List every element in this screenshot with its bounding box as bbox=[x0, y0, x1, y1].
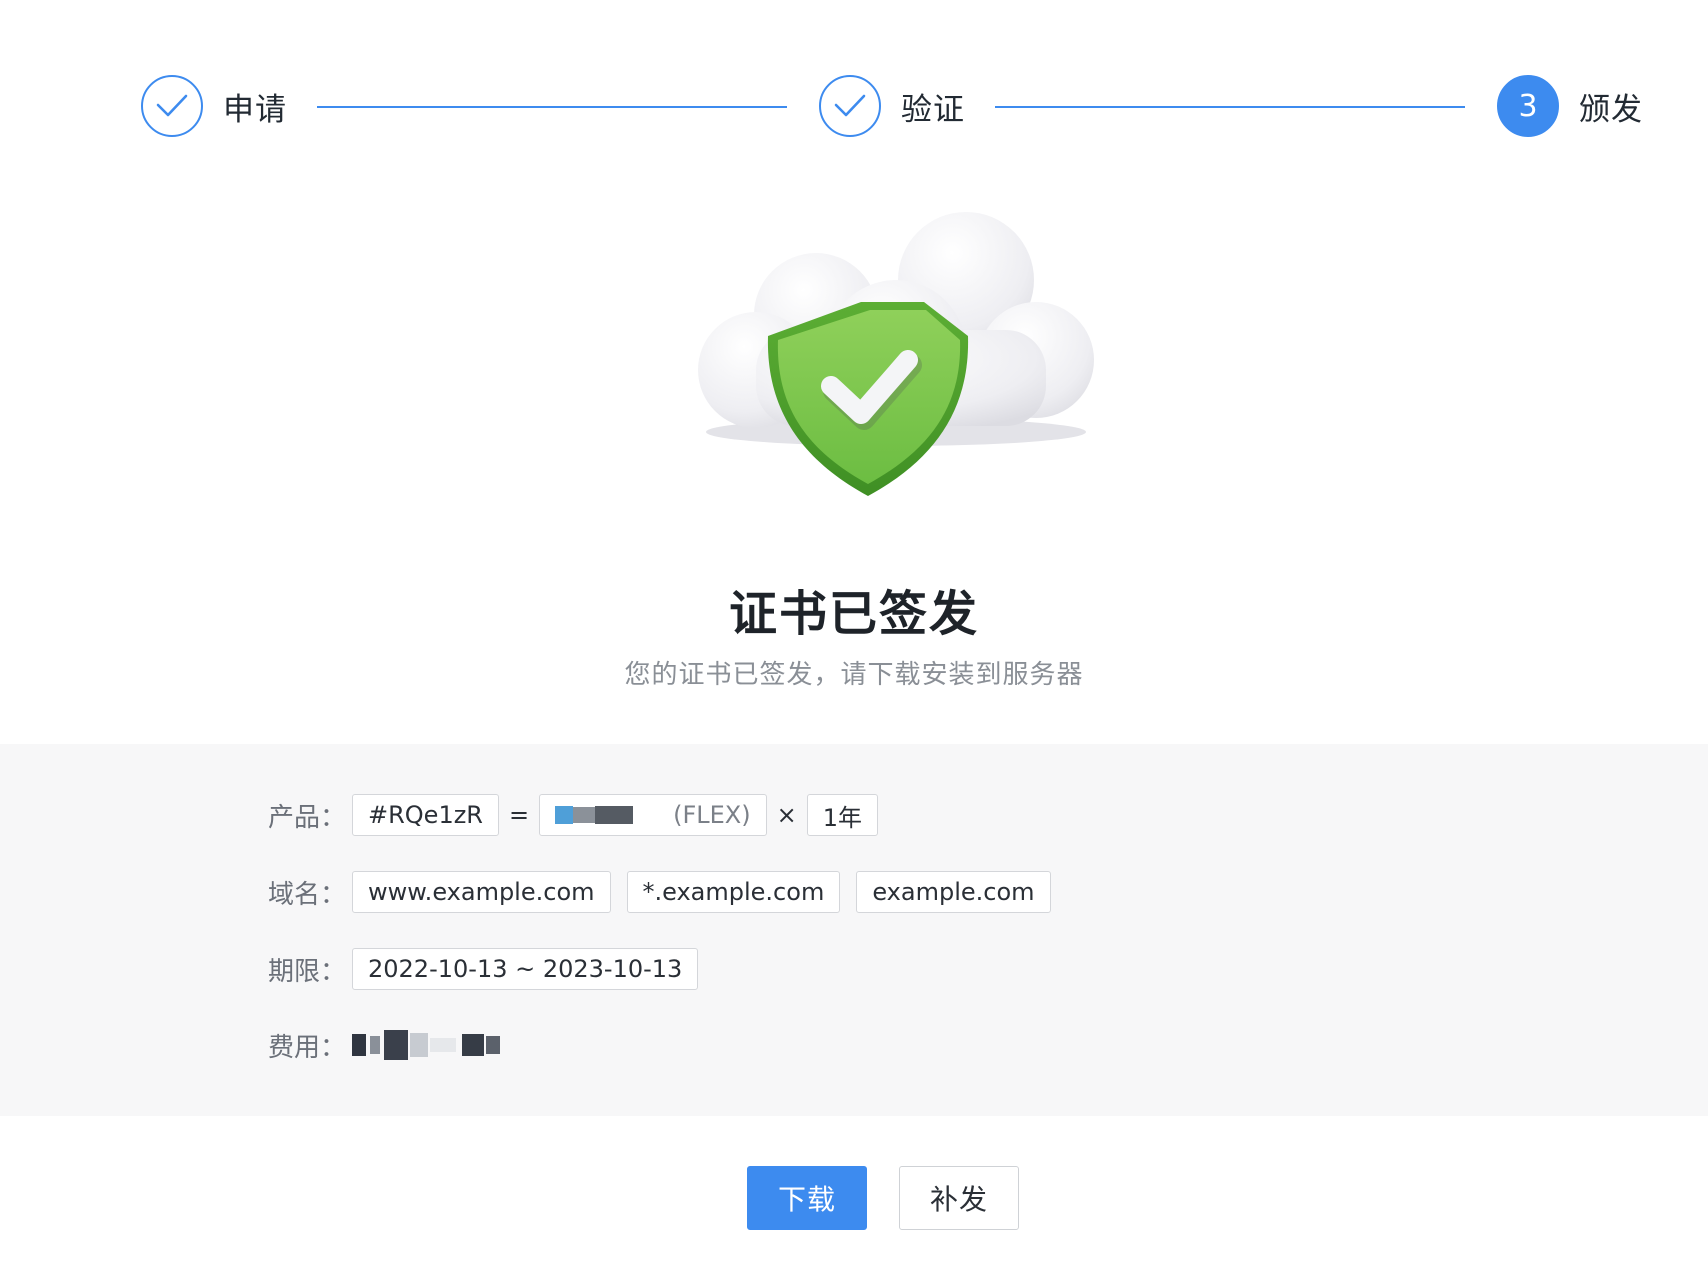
steps-progress: 申请 验证 3 颁发 bbox=[0, 0, 1708, 200]
validity-period-tag: 2022-10-13 ~ 2023-10-13 bbox=[352, 948, 699, 990]
step-connector-2 bbox=[995, 106, 1465, 108]
result-subtitle: 您的证书已签发，请下载安装到服务器 bbox=[624, 660, 1084, 690]
times-sign: × bbox=[776, 801, 797, 829]
order-id-tag: #RQe1zR bbox=[352, 794, 499, 836]
step-verify-check-icon bbox=[819, 75, 881, 137]
step-issue-number: 3 bbox=[1497, 75, 1559, 137]
step-verify: 验证 bbox=[819, 74, 965, 138]
step-connector-1 bbox=[317, 106, 787, 108]
step-apply-label: 申请 bbox=[223, 91, 287, 128]
step-apply-check-icon bbox=[141, 75, 203, 137]
fee-label: 费用： bbox=[268, 1032, 347, 1063]
period-row: 期限： 2022-10-13 ~ 2023-10-13 bbox=[268, 946, 699, 992]
redacted-product-name bbox=[555, 805, 634, 825]
domain-tag: *.example.com bbox=[626, 871, 841, 913]
cloud-shield-check-icon bbox=[686, 210, 1096, 520]
certificate-details-panel: 产品： #RQe1zR = (FLEX) × 1年 域名： www.exampl… bbox=[0, 744, 1708, 1116]
redacted-fee-amount bbox=[352, 1025, 500, 1065]
domain-tag: www.example.com bbox=[352, 871, 611, 913]
domains-label: 域名： bbox=[268, 879, 347, 910]
product-name-tag: (FLEX) bbox=[539, 794, 767, 836]
fee-row: 费用： bbox=[268, 1022, 500, 1068]
step-issue: 3 颁发 bbox=[1497, 74, 1643, 138]
download-button[interactable]: 下载 bbox=[747, 1166, 867, 1230]
domains-row: 域名： www.example.com *.example.com exampl… bbox=[268, 869, 1051, 915]
step-verify-label: 验证 bbox=[901, 91, 965, 128]
product-suffix: (FLEX) bbox=[673, 801, 751, 829]
product-label: 产品： bbox=[268, 802, 347, 833]
step-issue-label: 颁发 bbox=[1579, 91, 1643, 128]
product-row: 产品： #RQe1zR = (FLEX) × 1年 bbox=[268, 792, 878, 838]
domain-tag: example.com bbox=[856, 871, 1051, 913]
result-title: 证书已签发 bbox=[728, 586, 979, 642]
period-label: 期限： bbox=[268, 956, 347, 987]
duration-tag: 1年 bbox=[806, 794, 878, 836]
reissue-button[interactable]: 补发 bbox=[899, 1166, 1019, 1230]
equals-sign: = bbox=[508, 801, 530, 829]
step-apply: 申请 bbox=[141, 74, 287, 138]
